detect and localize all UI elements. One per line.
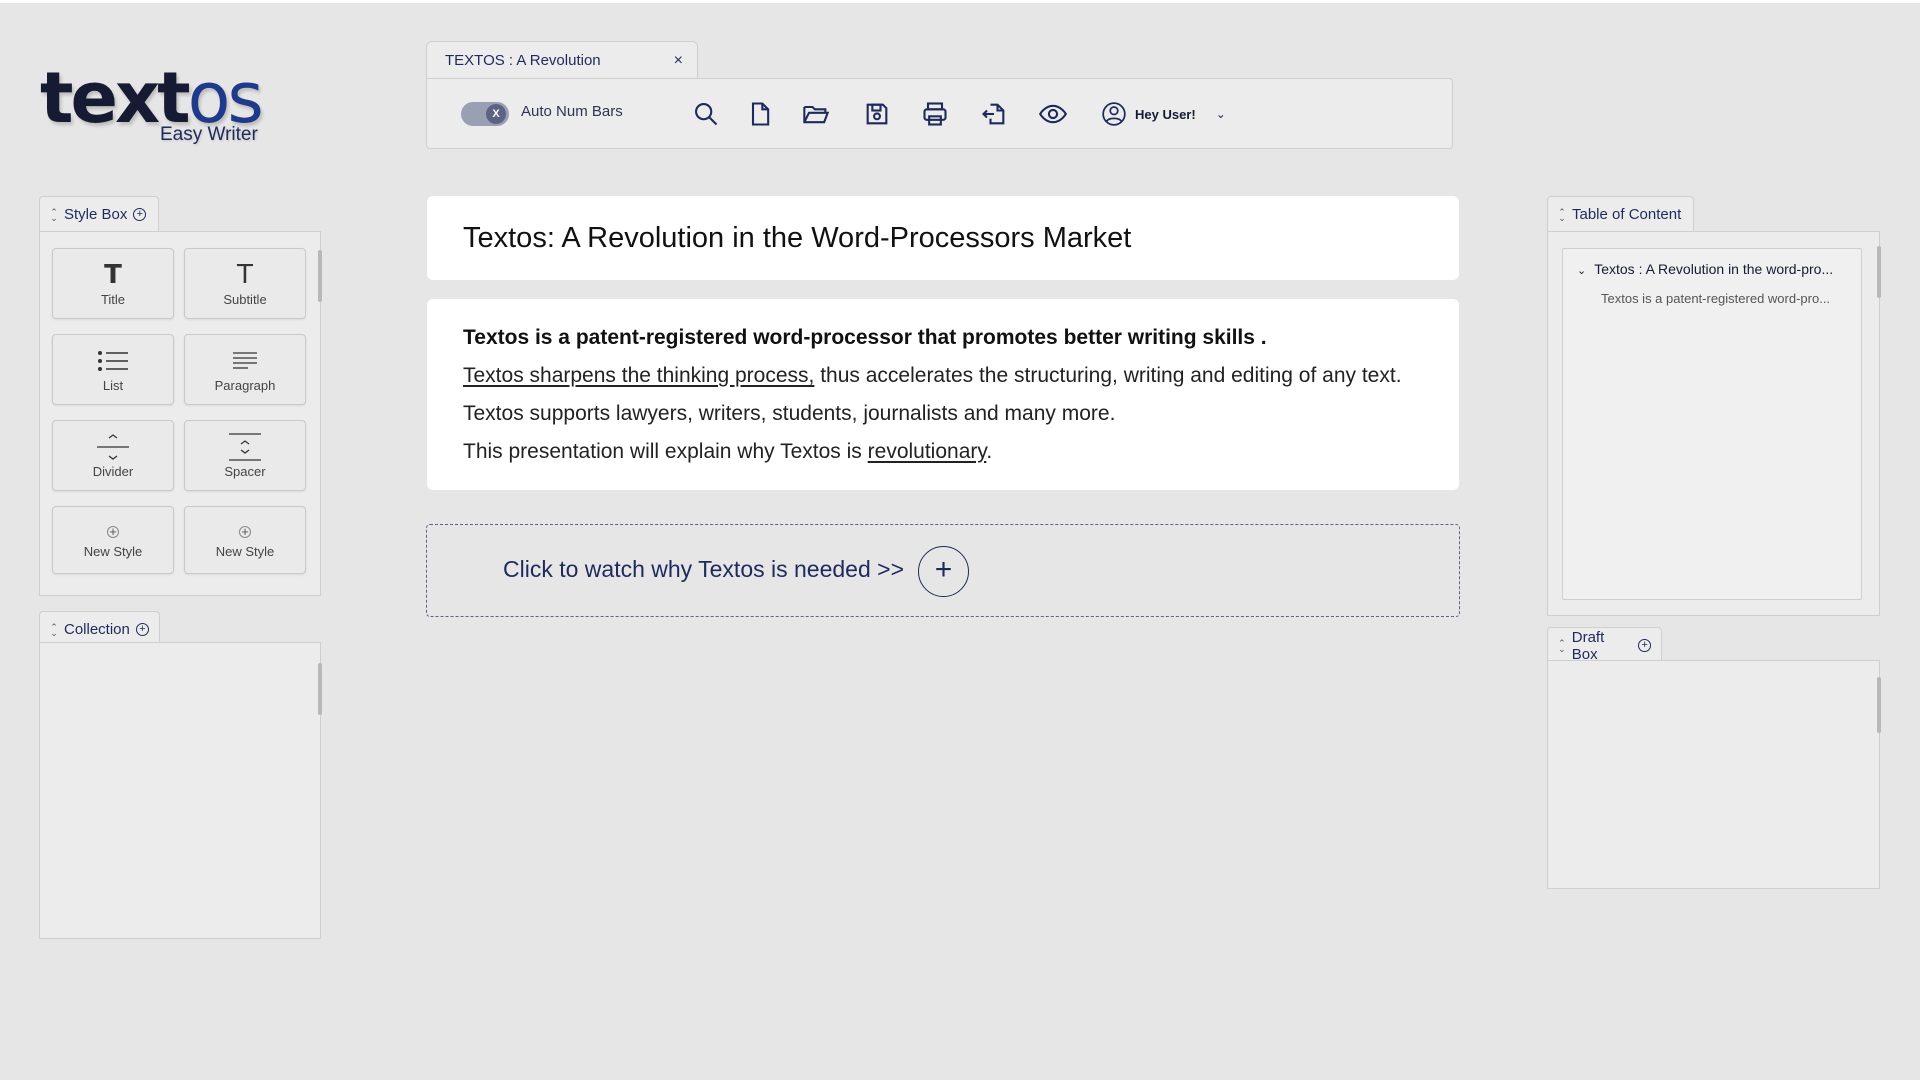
tile-label: Title	[100, 292, 126, 307]
tile-label: New Style	[215, 543, 275, 559]
paragraph-line: Textos sharpens the thinking process, th…	[463, 357, 1423, 395]
user-avatar-icon	[1102, 102, 1126, 126]
tile-label: Subtitle	[223, 292, 267, 307]
tile-label: Paragraph	[214, 378, 276, 393]
subtitle-text-icon: T	[237, 260, 253, 290]
document-tab[interactable]: TEXTOS : A Revolution ×	[426, 41, 698, 79]
plus-icon: +	[239, 525, 251, 538]
style-tile-list[interactable]: List	[52, 334, 174, 405]
spacer-icon	[228, 432, 262, 462]
plus-icon: +	[107, 525, 119, 538]
style-tile-divider[interactable]: Divider	[52, 420, 174, 491]
paragraph-line: Textos is a patent-registered word-proce…	[463, 326, 1267, 349]
draft-box-title: Draft Box	[1571, 628, 1605, 663]
user-name: Hey User!	[1135, 106, 1196, 122]
collection-title: Collection	[64, 621, 130, 638]
preview-eye-icon[interactable]	[1036, 97, 1070, 131]
open-folder-icon[interactable]	[799, 97, 833, 131]
tile-label: Divider	[92, 464, 134, 479]
text-link[interactable]: Textos sharpens the thinking process,	[463, 364, 814, 387]
scrollbar[interactable]	[1877, 677, 1881, 733]
logo-subtitle: Easy Writer	[160, 124, 258, 145]
document-tab-title: TEXTOS : A Revolution	[445, 52, 601, 69]
style-box-panel: T Title T Subtitle List Paragraph Divide…	[39, 231, 322, 596]
new-file-icon[interactable]	[743, 97, 777, 131]
list-icon	[97, 346, 129, 376]
tile-label: Spacer	[224, 464, 266, 479]
sort-icon[interactable]: ⌃ ⌄	[1558, 638, 1566, 653]
user-menu[interactable]: Hey User! ⌄	[1101, 98, 1226, 130]
toolbar: X Auto Num Bars Hey User! ⌄	[426, 78, 1453, 149]
toc-list: ⌄ Textos : A Revolution in the word-pro..…	[1562, 248, 1862, 600]
sort-icon[interactable]: ⌃ ⌄	[1558, 207, 1566, 222]
toggle-label: Auto Num Bars	[521, 103, 623, 120]
style-box-tab[interactable]: ⌃ ⌄ Style Box +	[39, 196, 159, 232]
tile-label: List	[102, 378, 124, 393]
toc-item-heading[interactable]: ⌄ Textos : A Revolution in the word-pro..…	[1577, 261, 1833, 277]
paragraph-text: .	[986, 440, 993, 463]
draft-box-tab[interactable]: ⌃ ⌄ Draft Box +	[1547, 627, 1662, 663]
style-tile-paragraph[interactable]: Paragraph	[184, 334, 306, 405]
table-of-content-tab[interactable]: ⌃ ⌄ Table of Content	[1547, 196, 1694, 232]
scrollbar[interactable]	[318, 250, 322, 302]
chevron-down-icon[interactable]: ⌄	[1216, 107, 1226, 121]
new-style-button[interactable]: + New Style	[52, 506, 174, 574]
search-icon[interactable]	[689, 97, 723, 131]
add-block-button[interactable]: +	[918, 546, 969, 597]
scrollbar[interactable]	[1877, 246, 1881, 298]
title-text-icon: T	[104, 260, 122, 290]
paragraph-line: Textos supports lawyers, writers, studen…	[463, 402, 1116, 425]
style-tile-subtitle[interactable]: T Subtitle	[184, 248, 306, 319]
tile-label: New Style	[83, 543, 143, 559]
add-icon[interactable]: +	[1638, 639, 1651, 652]
draft-box-panel	[1547, 660, 1881, 889]
watch-video-text[interactable]: Click to watch why Textos is needed >>	[503, 556, 904, 583]
sort-icon[interactable]: ⌃ ⌄	[50, 622, 58, 637]
divider-icon	[96, 432, 130, 462]
toc-title: Table of Content	[1572, 206, 1682, 223]
document-title-block[interactable]: Textos: A Revolution in the Word-Process…	[427, 196, 1459, 280]
toc-item-sub[interactable]: Textos is a patent-registered word-pro..…	[1601, 291, 1830, 306]
paragraph-icon	[232, 346, 258, 376]
add-icon[interactable]: +	[133, 208, 147, 221]
chevron-down-icon[interactable]: ⌄	[1577, 265, 1586, 277]
app-logo: textos Easy Writer	[40, 58, 270, 153]
add-icon[interactable]: +	[135, 623, 149, 636]
toc-heading-text: Textos : A Revolution in the word-pro...	[1594, 261, 1834, 277]
document-title: Textos: A Revolution in the Word-Process…	[463, 222, 1132, 254]
sort-icon[interactable]: ⌃ ⌄	[50, 207, 58, 222]
save-icon[interactable]	[860, 97, 894, 131]
new-style-button[interactable]: + New Style	[184, 506, 306, 574]
top-edge	[0, 0, 1920, 3]
style-tile-spacer[interactable]: Spacer	[184, 420, 306, 491]
collection-panel	[39, 642, 322, 939]
close-icon[interactable]: ×	[674, 52, 683, 70]
toggle-knob: X	[486, 104, 506, 124]
document-paragraph-block[interactable]: Textos is a patent-registered word-proce…	[427, 299, 1459, 490]
export-icon[interactable]	[977, 97, 1011, 131]
paragraph-text: This presentation will explain why Texto…	[463, 440, 868, 463]
watch-video-block[interactable]: Click to watch why Textos is needed >> +	[426, 524, 1460, 617]
paragraph-line: This presentation will explain why Texto…	[463, 433, 1423, 471]
paragraph-text: thus accelerates the structuring, writin…	[814, 364, 1402, 387]
scrollbar[interactable]	[318, 663, 322, 715]
auto-num-bars-toggle[interactable]: X	[461, 102, 509, 126]
print-icon[interactable]	[918, 97, 952, 131]
style-tile-title[interactable]: T Title	[52, 248, 174, 319]
text-link[interactable]: revolutionary	[868, 440, 987, 463]
style-box-title: Style Box	[64, 206, 128, 223]
